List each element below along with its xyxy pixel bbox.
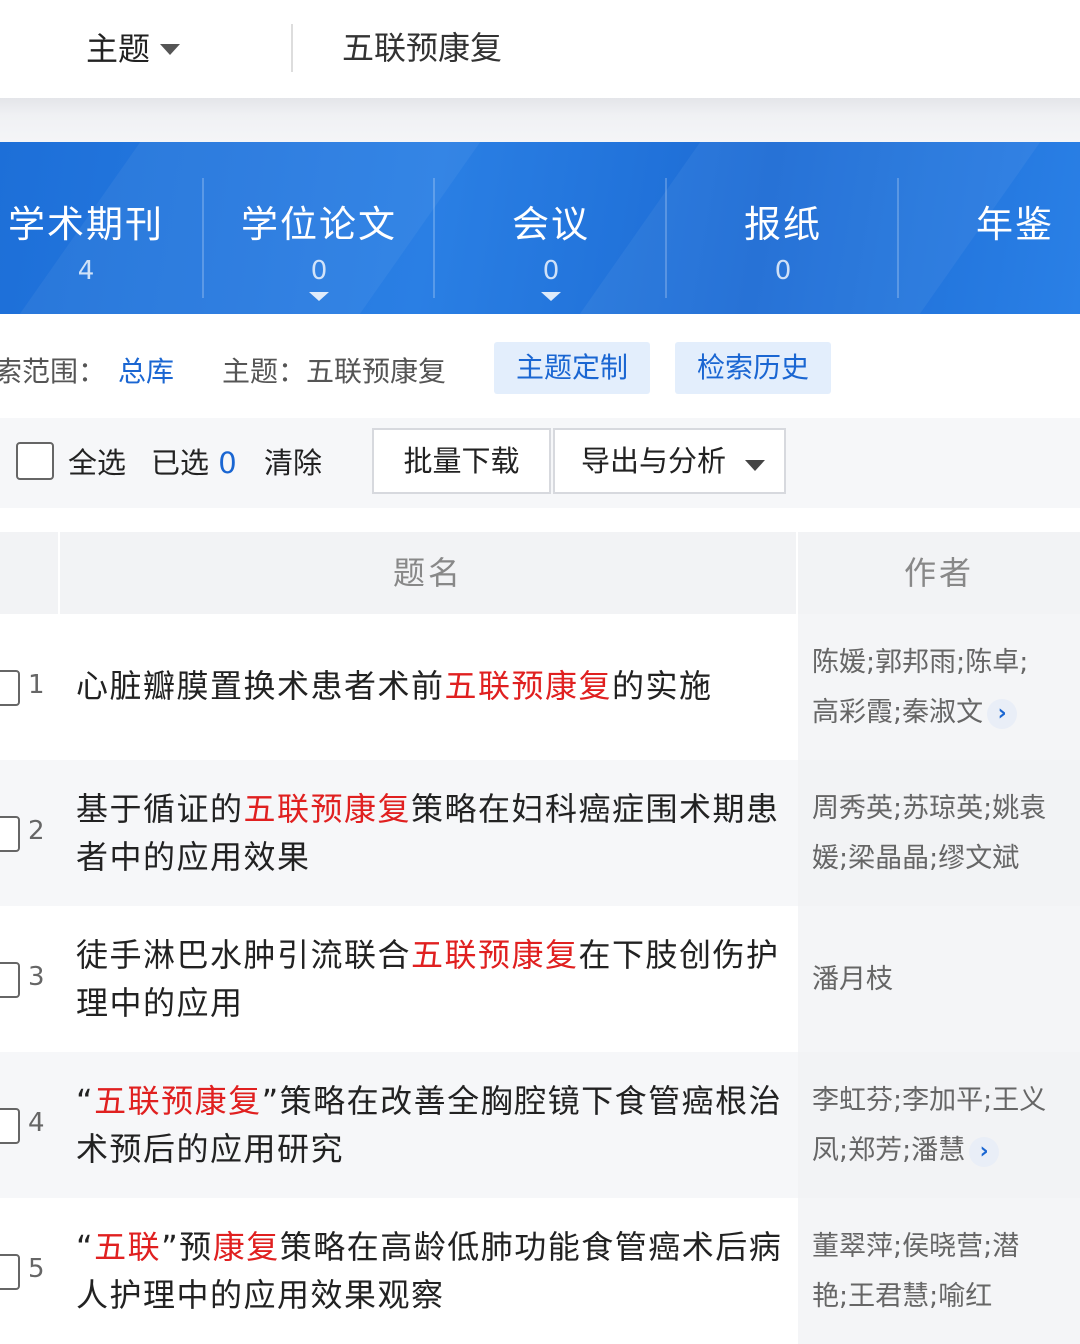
result-title-link[interactable]: 基于循证的五联预康复策略在妇科癌症围术期患者中的应用效果 bbox=[76, 785, 788, 881]
tab-label: 学位论文 bbox=[241, 203, 397, 246]
scope-label: 索范围： bbox=[0, 355, 107, 388]
author-line: 陈媛;郭邦雨;陈卓; bbox=[812, 647, 1029, 678]
header-shadow bbox=[0, 98, 1080, 142]
table-row: 2 基于循证的五联预康复策略在妇科癌症围术期患者中的应用效果 周秀英;苏琼英;姚… bbox=[0, 760, 1080, 906]
title-highlight: 五联预康复 bbox=[94, 1082, 262, 1120]
title-text: ”预 bbox=[161, 1228, 213, 1266]
chevron-right-icon[interactable]: › bbox=[987, 698, 1018, 729]
row-number: 5 bbox=[28, 1254, 45, 1284]
search-divider bbox=[291, 24, 293, 72]
result-title-link[interactable]: “五联”预康复策略在高龄低肺功能食管癌术后病人护理中的应用效果观察 bbox=[76, 1223, 788, 1319]
row-number: 2 bbox=[28, 816, 45, 846]
author-line: 高彩霞;秦淑文 bbox=[812, 697, 984, 728]
column-header-author[interactable]: 作者 bbox=[798, 532, 1080, 614]
search-field-label: 主题 bbox=[86, 30, 151, 68]
result-title-link[interactable]: “五联预康复”策略在改善全胸腔镜下食管癌根治术预后的应用研究 bbox=[76, 1077, 788, 1173]
tab-journals[interactable]: 学术期刊 4 bbox=[0, 142, 202, 314]
title-text: “ bbox=[76, 1228, 95, 1266]
search-bar: 主题 bbox=[0, 0, 1080, 98]
table-row: 1 心脏瓣膜置换术患者术前五联预康复的实施 陈媛;郭邦雨;陈卓; 高彩霞;秦淑文… bbox=[0, 614, 1080, 760]
result-title-link[interactable]: 心脏瓣膜置换术患者术前五联预康复的实施 bbox=[76, 662, 788, 710]
search-scope-row: 索范围： 总库 主题：五联预康复 主题定制 检索历史 bbox=[0, 314, 1080, 418]
caret-down-icon bbox=[745, 460, 766, 471]
batch-download-button[interactable]: 批量下载 bbox=[372, 428, 551, 494]
result-authors[interactable]: 董翠萍;侯晓营;潜 艳;王君慧;喻红 bbox=[812, 1222, 1062, 1322]
author-line: 潘月枝 bbox=[812, 964, 893, 995]
result-authors[interactable]: 李虹芬;李加平;王义 凤;郑芳;潘慧 › bbox=[812, 1076, 1062, 1176]
selected-label: 已选 bbox=[151, 446, 210, 480]
title-highlight: 五联预康复 bbox=[444, 667, 613, 705]
title-highlight: 五联预康复 bbox=[411, 936, 579, 974]
title-highlight: 五联 bbox=[94, 1228, 162, 1266]
table-row: 5 “五联”预康复策略在高龄低肺功能食管癌术后病人护理中的应用效果观察 董翠萍;… bbox=[0, 1198, 1080, 1344]
action-row: 全选 已选 0 清除 批量下载 导出与分析 bbox=[0, 418, 1080, 508]
tab-label: 会议 bbox=[512, 203, 590, 246]
current-topic: 主题：五联预康复 bbox=[222, 355, 447, 388]
select-all-checkbox[interactable] bbox=[16, 442, 54, 480]
scope-value-link[interactable]: 总库 bbox=[118, 350, 174, 390]
title-text: 基于循证的 bbox=[76, 790, 244, 828]
select-all-label: 全选 bbox=[68, 446, 127, 480]
search-history-button[interactable]: 检索历史 bbox=[675, 342, 831, 394]
tab-theses[interactable]: 学位论文 0 bbox=[203, 142, 435, 314]
row-checkbox[interactable] bbox=[0, 1108, 20, 1144]
author-line: 媛;梁晶晶;缪文斌 bbox=[812, 843, 1020, 874]
category-tabs: 学术期刊 4 学位论文 0 会议 0 报纸 0 年鉴 bbox=[0, 142, 1080, 314]
table-row: 3 徒手淋巴水肿引流联合五联预康复在下肢创伤护理中的应用 潘月枝 bbox=[0, 906, 1080, 1052]
selected-count: 0 bbox=[218, 446, 237, 480]
tab-count: 0 bbox=[774, 256, 792, 286]
result-authors[interactable]: 周秀英;苏琼英;姚袁 媛;梁晶晶;缪文斌 bbox=[812, 784, 1062, 884]
tab-dropdown-icon bbox=[309, 292, 329, 301]
selected-indicator: 已选 0 bbox=[151, 440, 237, 482]
tab-conferences[interactable]: 会议 0 bbox=[435, 142, 667, 314]
tab-yearbooks[interactable]: 年鉴 bbox=[899, 142, 1080, 314]
tab-dropdown-icon bbox=[541, 292, 561, 301]
result-title-link[interactable]: 徒手淋巴水肿引流联合五联预康复在下肢创伤护理中的应用 bbox=[76, 931, 788, 1027]
export-analyze-button[interactable]: 导出与分析 bbox=[553, 428, 786, 494]
title-highlight: 五联预康复 bbox=[243, 790, 412, 828]
tab-count: 0 bbox=[310, 256, 328, 286]
tab-newspapers[interactable]: 报纸 0 bbox=[667, 142, 899, 314]
column-header-title[interactable]: 题名 bbox=[60, 532, 796, 614]
tab-label: 年鉴 bbox=[976, 203, 1054, 246]
row-checkbox[interactable] bbox=[0, 670, 20, 706]
title-text: 的实施 bbox=[612, 667, 713, 705]
row-checkbox[interactable] bbox=[0, 962, 20, 998]
result-authors[interactable]: 陈媛;郭邦雨;陈卓; 高彩霞;秦淑文 › bbox=[812, 638, 1062, 738]
title-text: “ bbox=[76, 1082, 95, 1120]
result-authors[interactable]: 潘月枝 bbox=[812, 955, 1062, 1005]
results-table-header: 题名 作者 bbox=[0, 532, 1080, 614]
caret-down-icon bbox=[160, 43, 181, 55]
tab-count: 0 bbox=[542, 256, 560, 286]
row-checkbox[interactable] bbox=[0, 1254, 20, 1290]
author-line-more: 高彩霞;秦淑文 › bbox=[812, 688, 1062, 738]
title-highlight: 康复 bbox=[212, 1228, 280, 1266]
author-line-more: 凤;郑芳;潘慧 › bbox=[812, 1126, 1062, 1176]
search-field-select[interactable]: 主题 bbox=[86, 24, 181, 70]
row-number: 4 bbox=[28, 1108, 45, 1138]
row-checkbox[interactable] bbox=[0, 816, 20, 852]
tab-label: 学术期刊 bbox=[8, 203, 164, 246]
row-number: 1 bbox=[28, 670, 45, 700]
tab-count: 4 bbox=[77, 256, 95, 286]
topic-custom-button[interactable]: 主题定制 bbox=[494, 342, 650, 394]
author-line: 周秀英;苏琼英;姚袁 bbox=[812, 793, 1047, 824]
title-text: 心脏瓣膜置换术患者术前 bbox=[76, 667, 445, 705]
author-line: 李虹芬;李加平;王义 bbox=[812, 1085, 1047, 1116]
chevron-right-icon[interactable]: › bbox=[969, 1136, 1000, 1167]
search-input[interactable] bbox=[342, 22, 1042, 70]
row-number: 3 bbox=[28, 962, 45, 992]
table-row: 4 “五联预康复”策略在改善全胸腔镜下食管癌根治术预后的应用研究 李虹芬;李加平… bbox=[0, 1052, 1080, 1198]
clear-selection-link[interactable]: 清除 bbox=[264, 440, 322, 482]
author-line: 董翠萍;侯晓营;潜 bbox=[812, 1231, 1020, 1262]
export-analyze-label: 导出与分析 bbox=[581, 444, 727, 478]
author-line: 凤;郑芳;潘慧 bbox=[812, 1135, 966, 1166]
title-text: 徒手淋巴水肿引流联合 bbox=[76, 936, 412, 974]
tab-label: 报纸 bbox=[744, 203, 822, 246]
